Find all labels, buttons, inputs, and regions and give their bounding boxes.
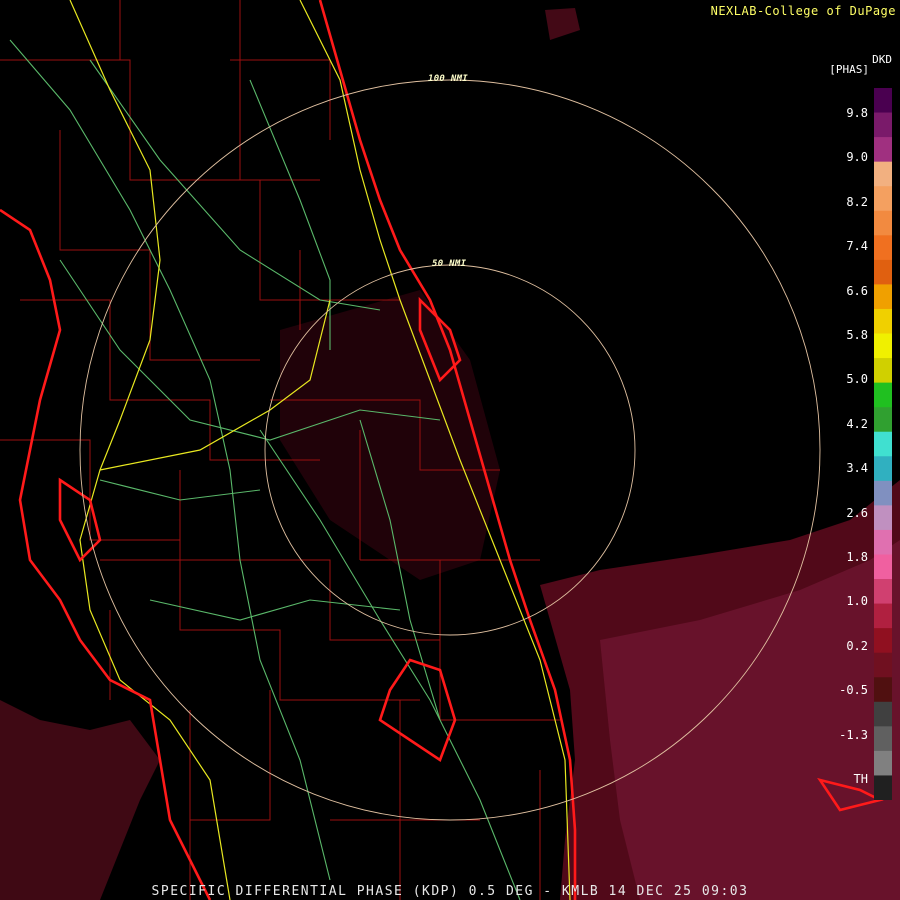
color-scale-label: 7.4	[846, 239, 868, 254]
color-scale-swatch	[874, 259, 892, 285]
color-scale-swatch	[874, 88, 892, 114]
color-scale-swatch	[874, 112, 892, 138]
range-ring-label-50: 50 NMI	[432, 259, 467, 269]
color-scale-label: 1.0	[846, 594, 868, 609]
color-scale-label: 1.8	[846, 550, 868, 564]
color-scale-swatch	[874, 529, 892, 555]
color-scale-label: 4.2	[846, 416, 868, 431]
color-scale-swatch	[874, 431, 892, 457]
color-scale-swatch	[874, 456, 892, 482]
color-scale-swatch	[874, 210, 892, 236]
color-scale-swatch	[874, 382, 892, 408]
color-scale-swatch	[874, 554, 892, 580]
color-scale	[874, 88, 892, 800]
color-scale-swatch	[874, 137, 892, 163]
color-scale-label: 8.2	[846, 194, 868, 209]
color-scale-swatch	[874, 505, 892, 531]
color-scale-label: 9.0	[846, 150, 868, 165]
credit-text: NEXLAB-College of DuPage	[710, 4, 896, 18]
range-ring-label-100: 100 NMI	[428, 74, 469, 84]
color-scale-label: 5.0	[846, 372, 868, 387]
color-scale-swatch	[874, 480, 892, 506]
color-scale-swatch	[874, 407, 892, 433]
product-caption: SPECIFIC DIFFERENTIAL PHASE (KDP) 0.5 DE…	[151, 884, 749, 899]
color-scale-swatch	[874, 284, 892, 310]
color-scale-swatch	[874, 701, 892, 727]
color-scale-swatch	[874, 186, 892, 212]
color-scale-swatch	[874, 603, 892, 629]
legend-product-code: DKD	[872, 53, 892, 66]
color-scale-swatch	[874, 333, 892, 359]
color-scale-swatch	[874, 308, 892, 335]
radar-map	[0, 0, 900, 900]
color-scale-label: 0.2	[846, 638, 868, 653]
color-scale-label: 9.8	[846, 106, 868, 120]
color-scale-swatch	[874, 775, 892, 800]
color-scale-label: -1.3	[839, 727, 868, 742]
color-scale-label: 3.4	[846, 461, 868, 476]
color-scale-label: 2.6	[846, 505, 868, 520]
color-scale-swatch	[874, 358, 892, 384]
color-scale-swatch	[874, 161, 892, 187]
color-scale-label: 6.6	[846, 283, 868, 298]
color-scale-label: -0.5	[839, 683, 868, 698]
legend-unit: [PHAS]	[829, 63, 869, 76]
color-scale-swatch	[874, 677, 892, 703]
color-scale-swatch	[874, 726, 892, 752]
color-scale-swatch	[874, 579, 892, 605]
color-scale-swatch	[874, 235, 892, 261]
color-scale-label: 5.8	[846, 328, 868, 342]
color-scale-swatch	[874, 628, 892, 654]
color-scale-swatch	[874, 750, 892, 776]
color-scale-swatch	[874, 652, 892, 678]
color-scale-label: TH	[853, 772, 868, 786]
